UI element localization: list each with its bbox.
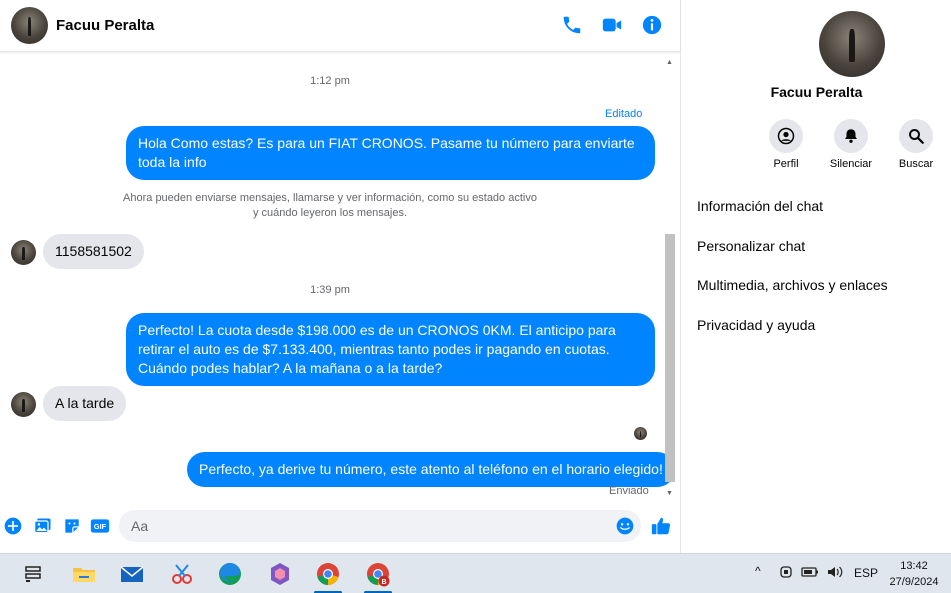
phone-icon[interactable] <box>561 14 583 36</box>
menu-privacy-support[interactable]: Privacidad y ayuda <box>697 317 815 333</box>
profile-button[interactable]: Perfil <box>756 119 816 170</box>
scroll-thumb[interactable] <box>665 234 675 482</box>
gif-icon[interactable]: GIF <box>90 516 110 536</box>
image-icon[interactable] <box>33 516 53 536</box>
scroll-up-arrow-icon[interactable]: ▲ <box>666 59 673 66</box>
menu-customize-chat[interactable]: Personalizar chat <box>697 238 805 254</box>
timestamp: 1:12 pm <box>310 75 350 87</box>
language-indicator[interactable]: ESP <box>854 566 878 580</box>
message-incoming[interactable]: A la tarde <box>43 386 127 421</box>
chat-scrollbar[interactable]: ▲ ▼ <box>663 57 677 497</box>
snipping-tool-icon[interactable] <box>168 560 196 588</box>
composer: GIF <box>0 503 680 553</box>
search-label: Buscar <box>898 158 934 170</box>
clock-date: 27/9/2024 <box>889 576 939 588</box>
profile-label: Perfil <box>773 158 799 170</box>
profile-avatar[interactable] <box>819 11 885 77</box>
like-icon[interactable] <box>650 515 672 537</box>
seen-indicator-avatar <box>634 427 647 440</box>
contact-avatar-small[interactable] <box>11 392 36 417</box>
message-outgoing[interactable]: Perfecto! La cuota desde $198.000 es de … <box>126 313 655 386</box>
system-notice-line: y cuándo leyeron los mensajes. <box>252 207 408 219</box>
message-outgoing[interactable]: Perfecto, ya derive tu número, este aten… <box>187 452 675 487</box>
mail-icon[interactable] <box>118 560 146 588</box>
svg-text:GIF: GIF <box>94 522 107 531</box>
message-input[interactable] <box>119 510 641 542</box>
battery-icon[interactable] <box>801 564 819 580</box>
emoji-icon[interactable] <box>615 516 635 536</box>
bell-icon <box>845 129 857 143</box>
timestamp: 1:39 pm <box>310 284 350 296</box>
video-icon[interactable] <box>601 14 623 36</box>
profile-badge: B <box>381 579 386 586</box>
chat-header: Facuu Peralta <box>0 0 680 52</box>
contact-name[interactable]: Facuu Peralta <box>56 17 154 34</box>
windows-taskbar: B ^ ESP 13:42 27/9/2024 <box>0 553 951 593</box>
info-icon[interactable] <box>641 14 663 36</box>
sent-status: Enviado <box>609 485 649 497</box>
menu-chat-info[interactable]: Información del chat <box>697 198 823 214</box>
search-button[interactable]: Buscar <box>886 119 946 170</box>
profile-name: Facuu Peralta <box>770 84 863 100</box>
copilot-icon[interactable] <box>266 560 294 588</box>
chrome-profile-taskbar-button[interactable]: B <box>364 560 392 593</box>
chat-pane: Facuu Peralta 1:12 pm Editado Hola Como … <box>0 0 680 553</box>
message-outgoing[interactable]: Hola Como estas? Es para un FIAT CRONOS.… <box>126 126 655 180</box>
contact-avatar-small[interactable] <box>11 240 36 265</box>
volume-icon[interactable] <box>826 564 844 580</box>
system-notice-line: Ahora pueden enviarse mensajes, llamarse… <box>123 192 537 204</box>
contact-avatar[interactable] <box>11 7 48 44</box>
show-hidden-icons-chevron-icon[interactable]: ^ <box>755 564 761 578</box>
scroll-down-arrow-icon[interactable]: ▼ <box>666 490 673 497</box>
chrome-icon <box>317 563 339 585</box>
edited-label[interactable]: Editado <box>605 108 642 120</box>
plus-icon[interactable] <box>3 516 23 536</box>
sticker-icon[interactable] <box>62 516 82 536</box>
message-list[interactable]: 1:12 pm Editado Hola Como estas? Es para… <box>0 53 680 500</box>
message-incoming[interactable]: 1158581502 <box>43 234 144 269</box>
meet-now-icon[interactable] <box>778 564 794 580</box>
clock-time: 13:42 <box>900 560 928 572</box>
mute-button[interactable]: Silenciar <box>821 119 881 170</box>
conversation-info-pane: Facuu Peralta Perfil Silenciar Buscar In… <box>680 0 951 553</box>
mute-label: Silenciar <box>829 158 873 170</box>
file-explorer-icon[interactable] <box>70 560 98 588</box>
search-icon <box>909 129 924 144</box>
chrome-profile-icon: B <box>367 563 390 587</box>
profile-icon <box>777 127 795 145</box>
chrome-taskbar-button[interactable] <box>314 560 342 593</box>
edge-icon[interactable] <box>216 560 244 588</box>
task-view-icon[interactable] <box>20 560 48 588</box>
menu-media-files-links[interactable]: Multimedia, archivos y enlaces <box>697 277 888 293</box>
system-notice: Ahora pueden enviarse mensajes, llamarse… <box>0 191 660 221</box>
system-clock[interactable]: 13:42 27/9/2024 <box>880 558 948 590</box>
